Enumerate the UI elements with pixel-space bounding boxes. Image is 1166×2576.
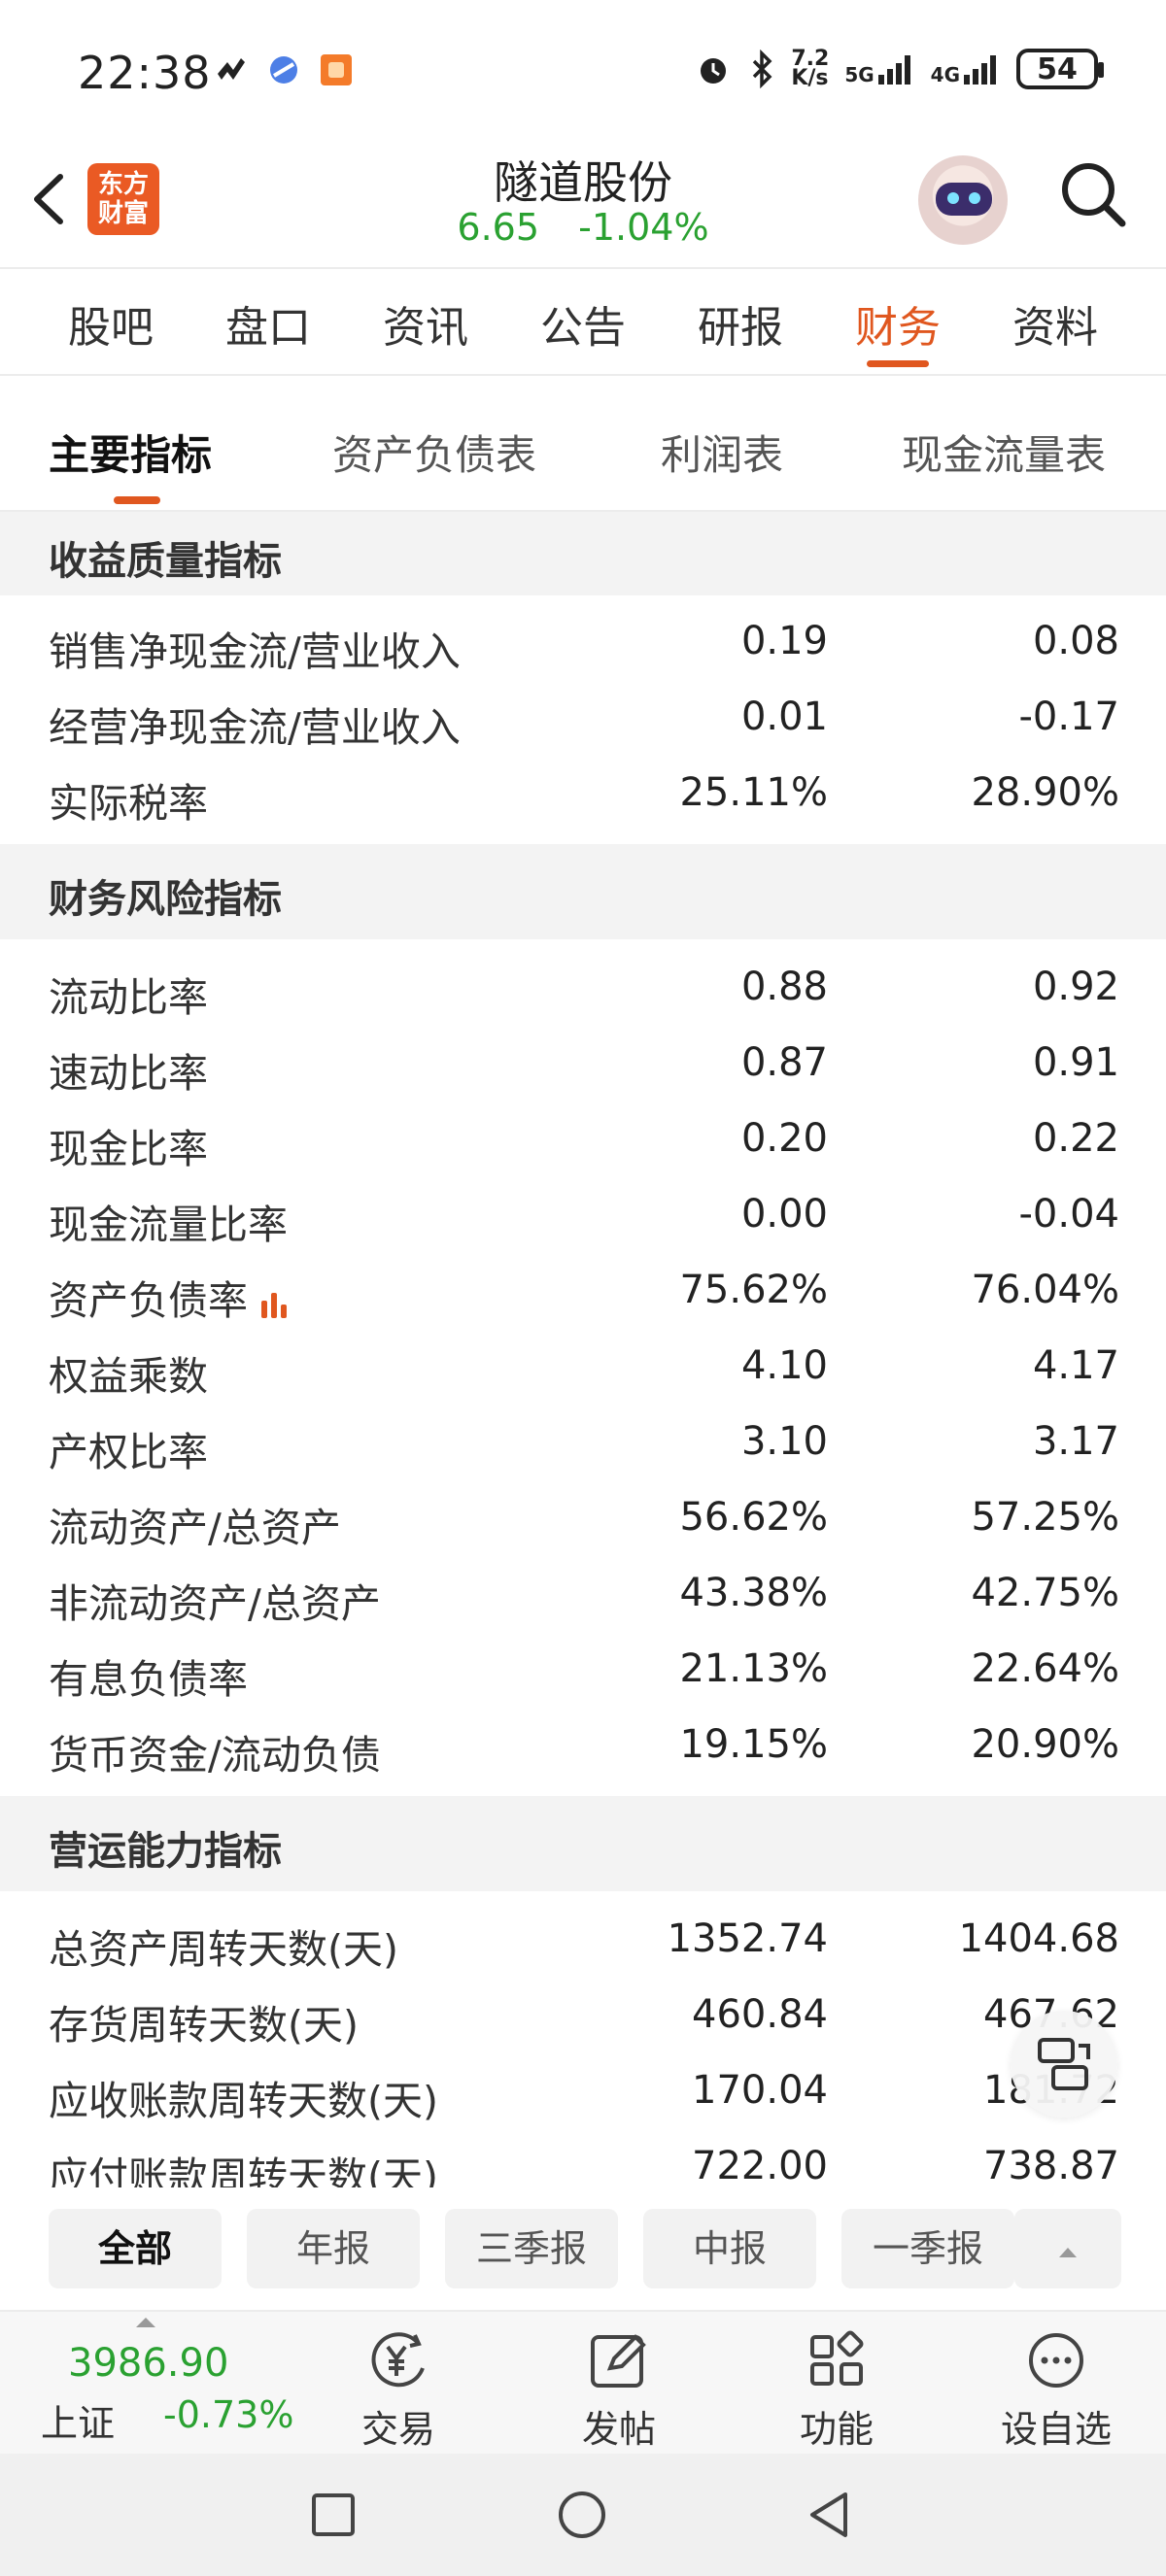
stock-change-pct: -1.04% [578,206,709,249]
section-header-earnings-quality: 收益质量指标 [0,512,1166,595]
filter-q3[interactable]: 三季报 [445,2209,618,2288]
table-row: 货币资金/流动负债 19.15% 20.90% [49,1722,1119,1779]
table-row: 权益乘数 4.10 4.17 [49,1343,1119,1400]
bar-chart-icon[interactable] [257,1287,291,1320]
bluetooth-icon [753,50,772,88]
more-dots-icon [1029,2333,1083,2388]
signal-5g: 5G [844,51,914,86]
recent-apps-icon[interactable] [309,2491,358,2539]
add-watchlist-button[interactable]: 设自选 [974,2322,1139,2451]
app-orange-notification-icon [321,54,352,85]
report-period-filters: 全部 年报 三季报 中报 一季报 [0,2187,1166,2310]
bottom-toolbar: 3986.90 上证 -0.73% 交易 发帖 功能 设自选 [0,2310,1166,2454]
app-notification-icon [218,58,245,80]
subtab-balance-sheet[interactable]: 资产负债表 [332,423,536,482]
expand-filters-button[interactable] [1014,2209,1121,2288]
back-icon[interactable] [805,2489,853,2541]
stock-header: 东方 财富 隧道股份 6.65 -1.04% [0,146,1166,267]
table-row: 现金比率 0.20 0.22 [49,1116,1119,1172]
app-root: 22:38 7.2 K/s 5G 4G 54 东方 财富 隧道股份 6.65 -… [0,0,1166,2576]
switch-layout-icon [1038,2038,1090,2090]
trade-yen-icon [371,2332,425,2388]
table-row: 实际税率 25.11% 28.90% [49,770,1119,827]
battery-indicator: 54 [1016,49,1104,89]
tab-profile[interactable]: 资料 [987,292,1123,355]
tab-guba[interactable]: 股吧 [43,292,179,355]
edit-post-icon [591,2334,646,2388]
post-button[interactable]: 发帖 [536,2322,702,2451]
app-blue-notification-icon [270,56,297,84]
index-price: 3986.90 [68,2341,229,2386]
status-time: 22:38 [78,47,212,99]
table-row: 流动资产/总资产 56.62% 57.25% [49,1495,1119,1551]
index-change: -0.73% [163,2393,294,2436]
filter-all[interactable]: 全部 [49,2209,222,2288]
home-icon[interactable] [556,2489,608,2541]
robot-face [936,183,992,216]
tab-announcements[interactable]: 公告 [515,292,651,355]
expand-caret-icon [136,2318,155,2327]
system-navigation-bar [0,2454,1166,2576]
filter-half-year[interactable]: 中报 [643,2209,816,2288]
status-bar: 22:38 7.2 K/s 5G 4G 54 [0,0,1166,146]
network-speed: 7.2 K/s [791,47,830,90]
table-row: 流动比率 0.88 0.92 [49,965,1119,1021]
table-row: 存货周转天数(天) 460.84 467.62 [49,1992,1119,2049]
stock-tabs: 股吧 盘口 资讯 公告 研报 财务 资料 [0,267,1166,376]
table-row: 产权比率 3.10 3.17 [49,1419,1119,1475]
table-row-debt-ratio[interactable]: 资产负债率 75.62% 76.04% [0,1258,1166,1334]
subtab-income-statement[interactable]: 利润表 [661,423,783,482]
finance-subtabs: 主要指标 资产负债表 利润表 现金流量表 [0,378,1166,512]
section-header-operating-capability: 营运能力指标 [0,1796,1166,1891]
indicator-list[interactable]: 收益质量指标 销售净现金流/营业收入 0.19 0.08 经营净现金流/营业收入… [0,512,1166,2187]
table-row: 应收账款周转天数(天) 170.04 181.72 [49,2068,1119,2124]
cell-signal-icon [877,55,910,85]
table-row: 速动比率 0.87 0.91 [49,1040,1119,1097]
active-subtab-indicator [114,496,160,504]
table-row: 应付账款周转天数(天) 722.00 738.87 [49,2144,1119,2187]
section-header-financial-risk: 财务风险指标 [0,844,1166,939]
screen-switch-button[interactable] [1011,2011,1117,2118]
table-row: 销售净现金流/营业收入 0.19 0.08 [49,619,1119,675]
functions-button[interactable]: 功能 [754,2322,919,2451]
cell-signal-icon [964,55,996,85]
apps-grid-icon [810,2330,864,2386]
stock-price: 6.65 [457,206,540,249]
tab-finance[interactable]: 财务 [830,292,966,355]
table-row: 有息负债率 21.13% 22.64% [49,1646,1119,1703]
trade-button[interactable]: 交易 [316,2322,481,2451]
subtab-key-indicators[interactable]: 主要指标 [49,423,212,482]
signal-4g: 4G [931,51,1001,86]
subtab-cash-flow[interactable]: 现金流量表 [902,423,1106,482]
filter-annual[interactable]: 年报 [247,2209,420,2288]
search-icon[interactable] [1054,155,1132,233]
tab-research[interactable]: 研报 [672,292,808,355]
filter-q1[interactable]: 一季报 [841,2209,1014,2288]
table-row: 非流动资产/总资产 43.38% 42.75% [49,1571,1119,1627]
status-system-icons: 7.2 K/s 5G 4G 54 [694,47,1104,90]
tab-pankou[interactable]: 盘口 [200,292,336,355]
index-name: 上证 [41,2402,116,2445]
table-row: 总资产周转天数(天) 1352.74 1404.68 [49,1916,1119,1973]
alarm-icon [701,58,727,84]
robot-eye [969,192,980,204]
robot-assistant-avatar[interactable] [918,155,1008,245]
table-row: 经营净现金流/营业收入 0.01 -0.17 [49,695,1119,751]
table-row: 现金流量比率 0.00 -0.04 [49,1192,1119,1248]
active-tab-indicator [867,360,929,367]
status-notification-icons [212,51,356,89]
tab-news[interactable]: 资讯 [358,292,494,355]
caret-up-icon [1059,2248,1077,2257]
robot-eye [947,192,959,204]
